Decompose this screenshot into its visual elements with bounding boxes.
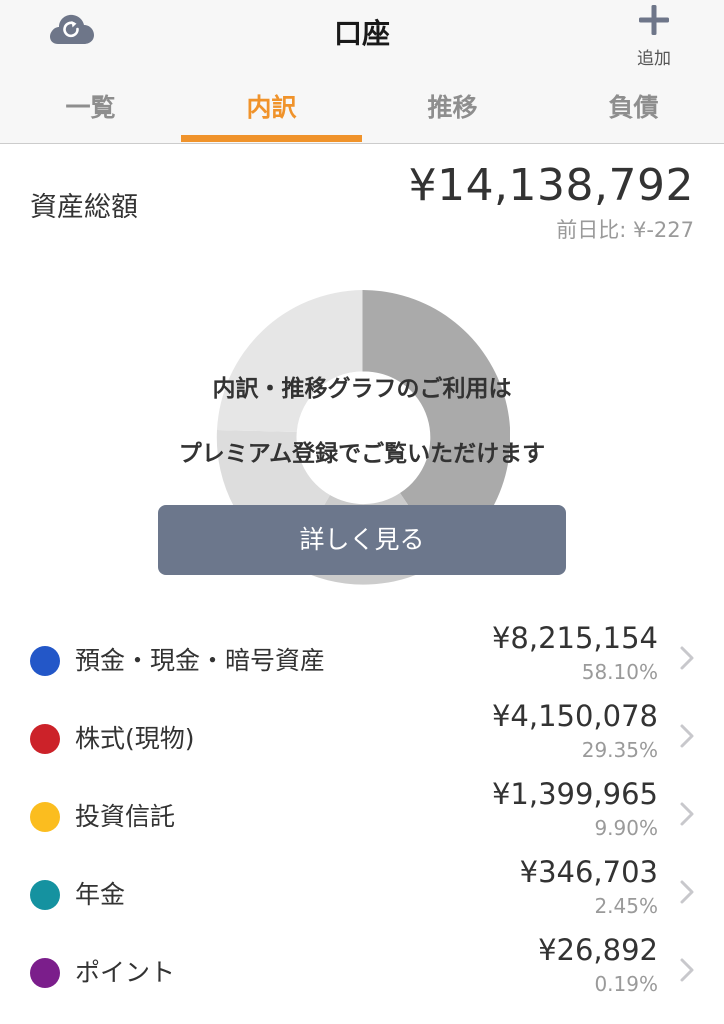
asset-category-name: ポイント: [75, 958, 176, 987]
tab-trend[interactable]: 推移: [362, 82, 543, 142]
asset-amount: ¥26,892: [538, 933, 658, 967]
asset-percentage: 0.19%: [594, 972, 658, 996]
tab-bar: 一覧 内訳 推移 負債: [0, 82, 724, 144]
asset-category-name: 投資信託: [75, 802, 176, 831]
asset-amount: ¥4,150,078: [491, 699, 658, 733]
tab-liabilities[interactable]: 負債: [543, 82, 724, 142]
chevron-right-icon: [680, 958, 694, 982]
asset-row-points[interactable]: ポイント ¥26,892 0.19%: [0, 933, 724, 1011]
asset-percentage: 2.45%: [594, 894, 658, 918]
plus-icon: [639, 5, 669, 35]
category-color-dot: [30, 724, 60, 754]
tab-breakdown[interactable]: 内訳: [181, 82, 362, 142]
asset-category-name: 預金・現金・暗号資産: [75, 646, 326, 675]
chevron-right-icon: [680, 802, 694, 826]
asset-percentage: 9.90%: [594, 816, 658, 840]
asset-row-deposits[interactable]: 預金・現金・暗号資産 ¥8,215,154 58.10%: [0, 621, 724, 699]
chevron-right-icon: [680, 646, 694, 670]
category-color-dot: [30, 958, 60, 988]
asset-category-name: 年金: [75, 880, 126, 909]
asset-amount: ¥346,703: [519, 855, 658, 889]
total-assets-value: ¥14,138,792: [408, 160, 694, 211]
asset-row-investment-trusts[interactable]: 投資信託 ¥1,399,965 9.90%: [0, 777, 724, 855]
chevron-right-icon: [680, 724, 694, 748]
asset-percentage: 29.35%: [581, 738, 658, 762]
add-account-button[interactable]: 追加: [622, 0, 686, 70]
asset-amount: ¥1,399,965: [491, 777, 658, 811]
asset-percentage: 58.10%: [581, 660, 658, 684]
category-color-dot: [30, 802, 60, 832]
asset-amount: ¥8,215,154: [491, 621, 658, 655]
add-label: 追加: [637, 49, 671, 69]
total-assets-label: 資産総額: [30, 192, 138, 223]
active-tab-indicator: [181, 135, 362, 142]
tab-list[interactable]: 一覧: [0, 82, 181, 142]
see-details-button[interactable]: 詳しく見る: [158, 505, 566, 575]
asset-category-name: 株式(現物): [75, 724, 195, 753]
page-title: 口座: [333, 17, 390, 50]
app-header: 口座 追加 一覧 内訳 推移 負債: [0, 0, 724, 143]
category-color-dot: [30, 646, 60, 676]
premium-notice-line1: 内訳・推移グラフのご利用は: [212, 376, 512, 402]
header-divider: [0, 143, 724, 144]
asset-row-stocks[interactable]: 株式(現物) ¥4,150,078 29.35%: [0, 699, 724, 777]
premium-notice-line2: プレミアム登録でご覧いただけます: [178, 441, 546, 467]
asset-row-pension[interactable]: 年金 ¥346,703 2.45%: [0, 855, 724, 933]
day-over-day-change: 前日比: ¥-227: [556, 218, 694, 242]
category-color-dot: [30, 880, 60, 910]
chevron-right-icon: [680, 880, 694, 904]
